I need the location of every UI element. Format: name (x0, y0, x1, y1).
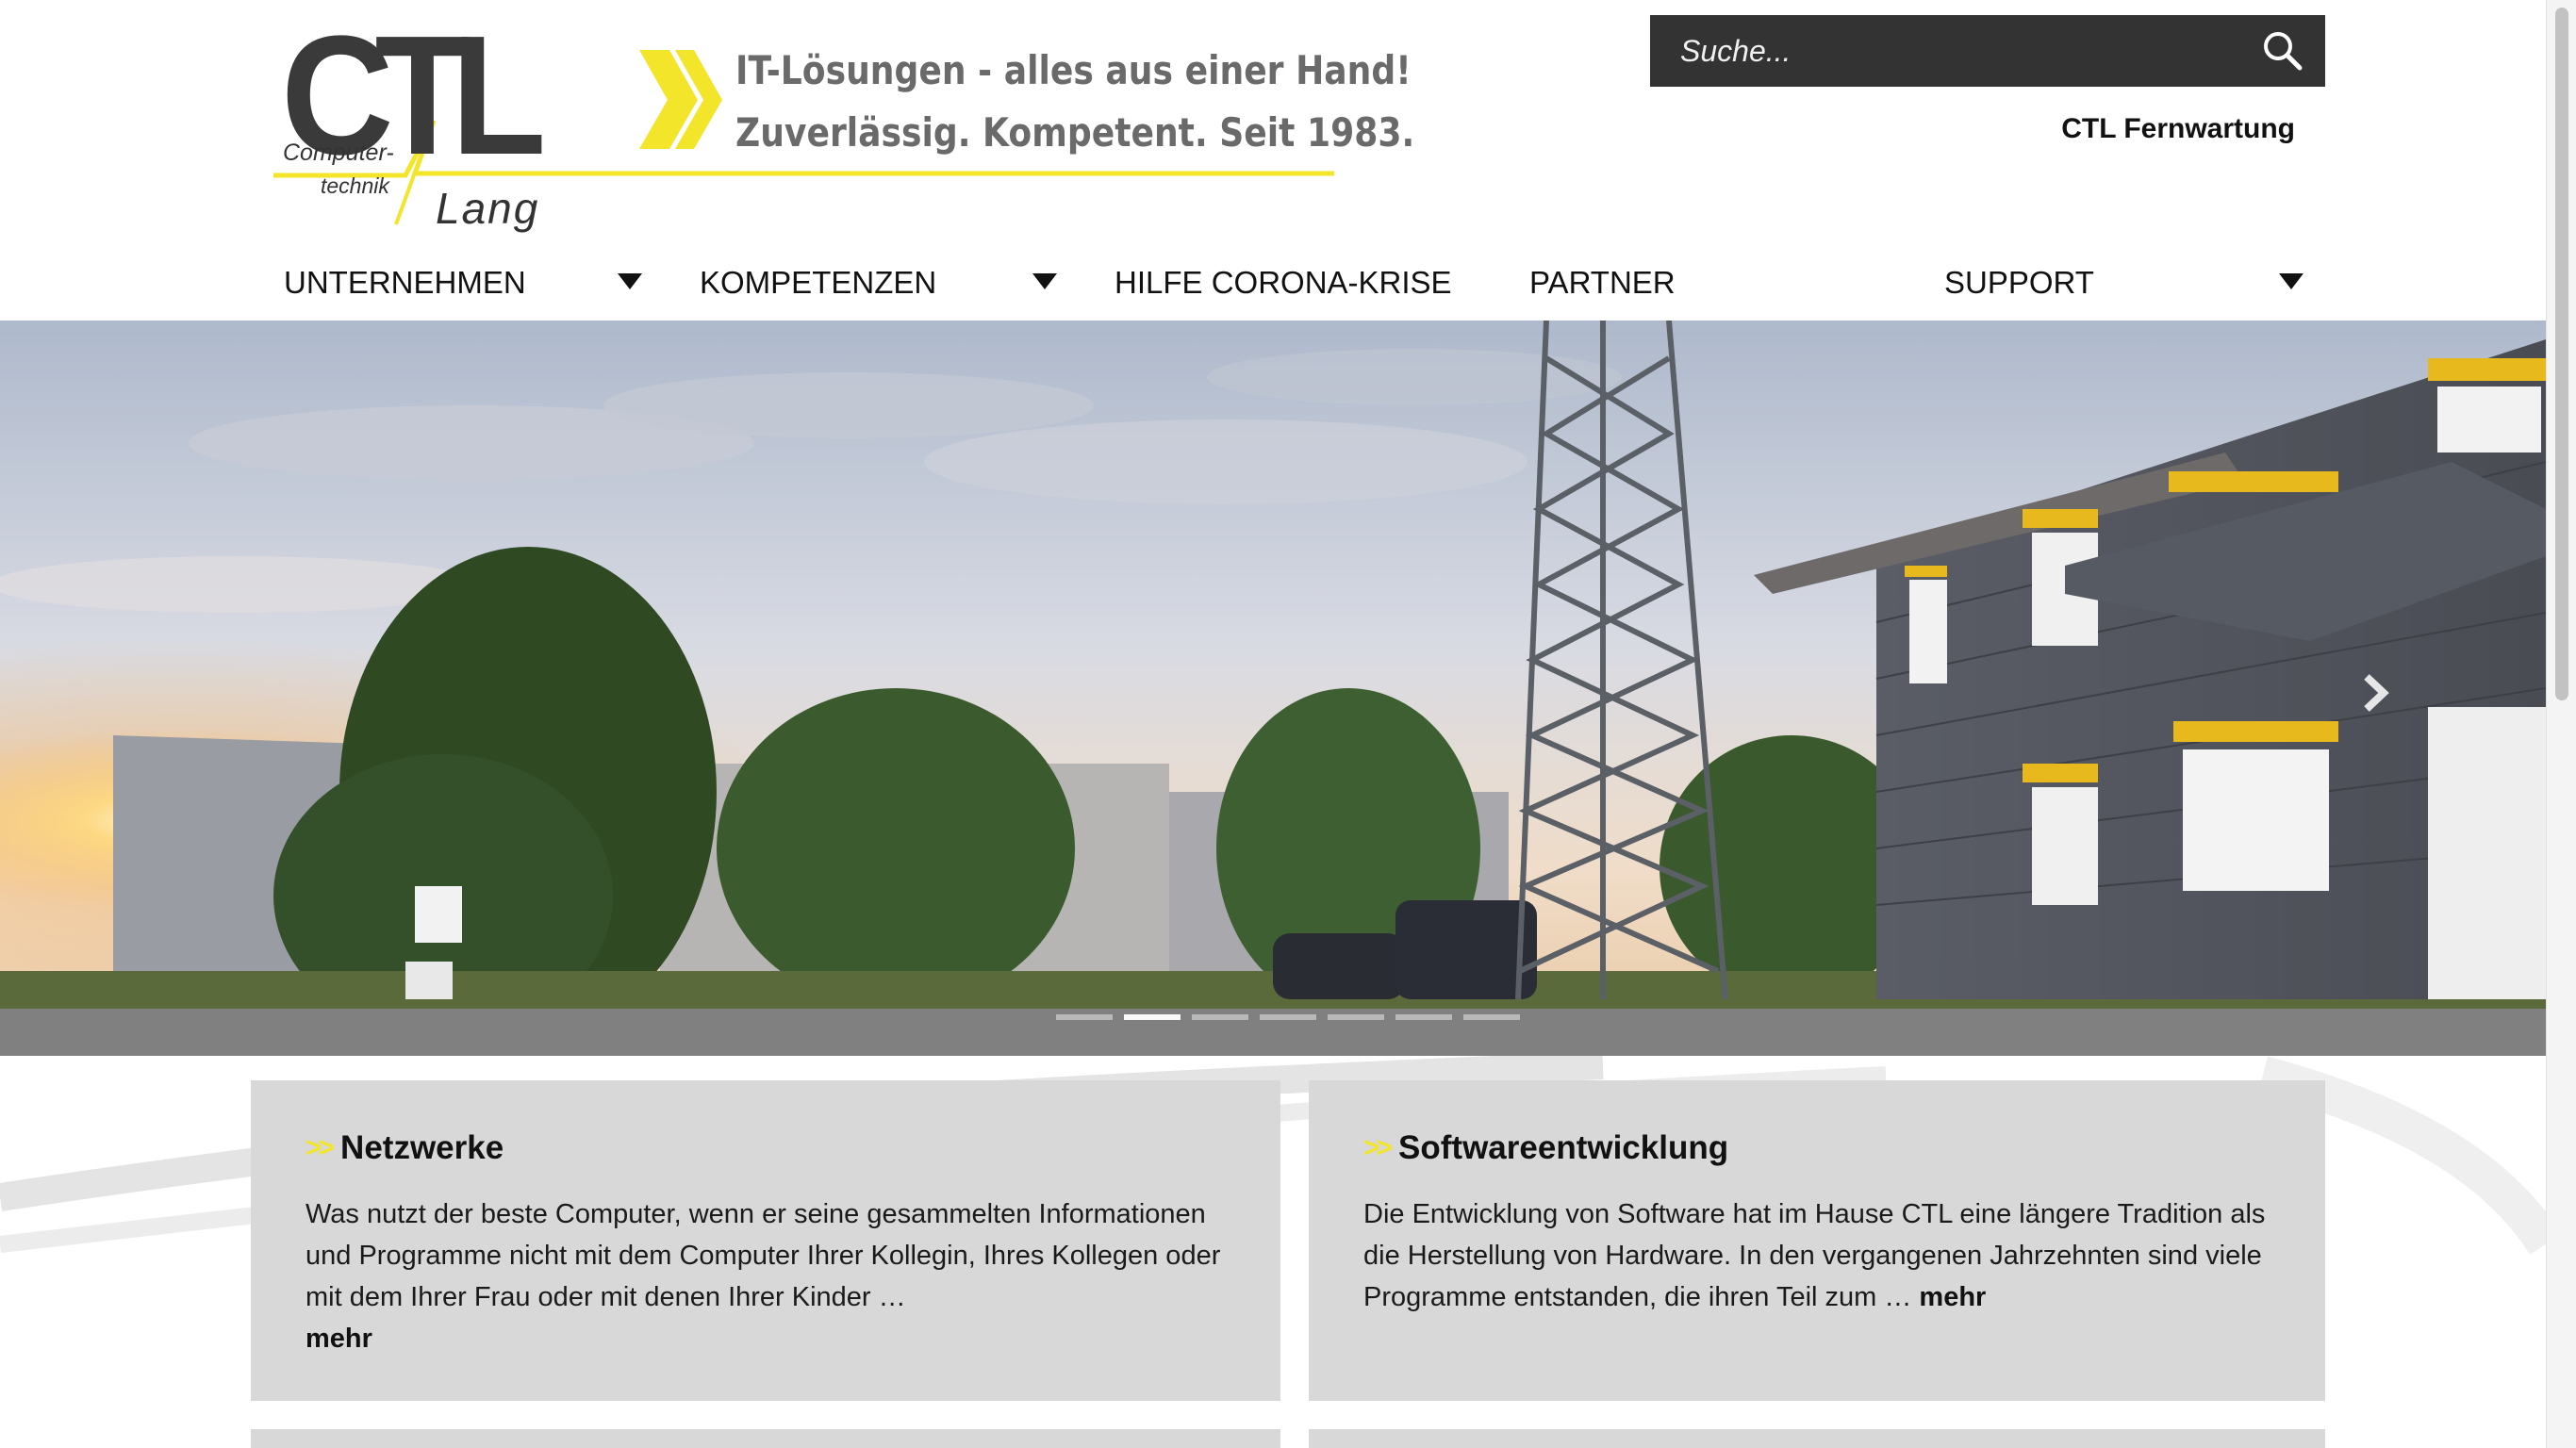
more-link[interactable]: mehr (1919, 1282, 1986, 1312)
chevron-down-icon[interactable] (2279, 273, 2304, 289)
search-button[interactable] (2240, 15, 2325, 87)
card-text: Was nutzt der beste Computer, wenn er se… (305, 1193, 1226, 1359)
double-arrow-icon: >> (1363, 1132, 1393, 1163)
card-title[interactable]: Softwareentwicklung (1398, 1129, 1728, 1167)
logo-lang-text: Lang (436, 184, 540, 233)
slider-pagination (1056, 1014, 1520, 1020)
card-netzwerke: >> Netzwerke Was nutzt der beste Compute… (251, 1080, 1280, 1401)
chevron-down-icon[interactable] (618, 273, 642, 289)
search-input[interactable] (1650, 15, 2240, 87)
card-partial (251, 1429, 1280, 1448)
slider-dot[interactable] (1260, 1014, 1316, 1020)
card-title[interactable]: Netzwerke (340, 1129, 504, 1167)
search-box (1650, 15, 2325, 87)
slider-dot[interactable] (1328, 1014, 1384, 1020)
nav-item-support[interactable]: SUPPORT (1944, 247, 2094, 319)
slider-dot[interactable] (1192, 1014, 1248, 1020)
card-softwareentwicklung: >> Softwareentwicklung Die Entwicklung v… (1309, 1080, 2325, 1401)
fernwartung-link[interactable]: CTL Fernwartung (2061, 113, 2295, 145)
hero-image (0, 321, 2546, 1056)
search-icon (2264, 32, 2303, 71)
card-body: Die Entwicklung von Software hat im Haus… (1363, 1199, 2266, 1312)
ctl-logo[interactable]: CTL Computer- technik Lang IT-Lösungen -… (273, 1, 1414, 234)
slider-dot[interactable] (1395, 1014, 1452, 1020)
chevron-down-icon[interactable] (1032, 273, 1057, 289)
slogan-line-2: Zuverlässig. Kompetent. Seit 1983. (735, 109, 1415, 156)
card-body: Was nutzt der beste Computer, wenn er se… (305, 1199, 1221, 1312)
slider-dot[interactable] (1056, 1014, 1113, 1020)
nav-item-unternehmen[interactable]: UNTERNEHMEN (284, 247, 526, 319)
nav-item-partner[interactable]: PARTNER (1529, 247, 1676, 319)
slogan-line-1: IT-Lösungen - alles aus einer Hand! (735, 47, 1412, 93)
scrollbar-thumb[interactable] (2555, 8, 2568, 700)
nav-item-kompetenzen[interactable]: KOMPETENZEN (700, 247, 936, 319)
nav-item-hilfe-corona[interactable]: HILFE CORONA-KRISE (1115, 247, 1452, 319)
logo-technik-text: technik (321, 173, 389, 198)
chevron-right-icon (2364, 674, 2389, 712)
logo-computer-text: Computer- (283, 140, 394, 166)
slider-dot-active[interactable] (1124, 1014, 1181, 1020)
slider-next-button[interactable] (2357, 669, 2395, 716)
card-text: Die Entwicklung von Software hat im Haus… (1363, 1193, 2271, 1318)
more-link[interactable]: mehr (305, 1324, 372, 1354)
double-arrow-icon: >> (305, 1132, 335, 1163)
slider-dot[interactable] (1463, 1014, 1520, 1020)
page-scrollbar[interactable] (2546, 0, 2576, 1448)
hero-slider (0, 321, 2546, 1056)
main-nav: UNTERNEHMEN KOMPETENZEN HILFE CORONA-KRI… (0, 247, 2546, 319)
card-partial (1309, 1429, 2325, 1448)
